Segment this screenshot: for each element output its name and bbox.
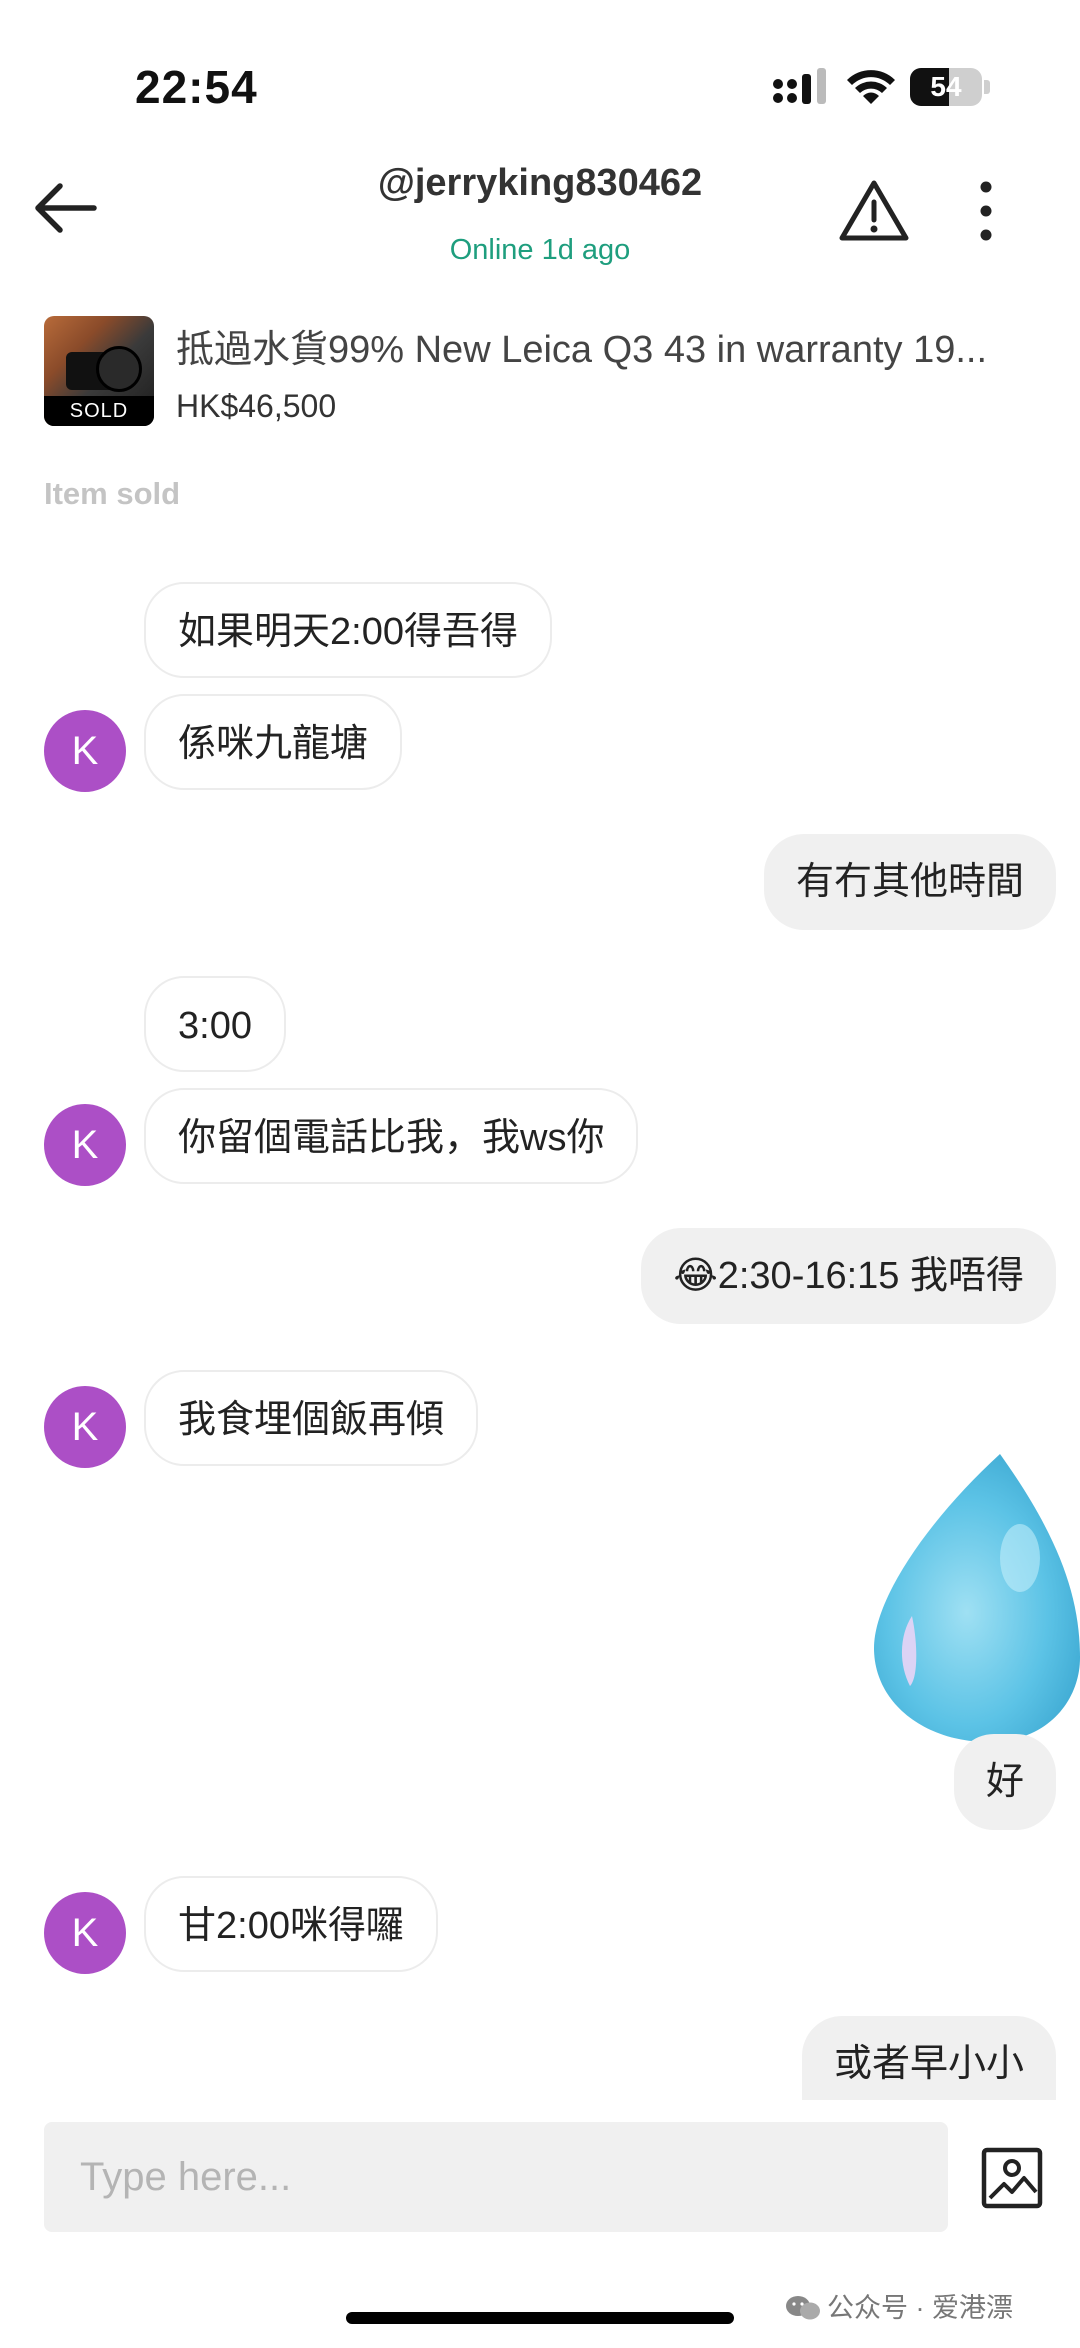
outgoing-message: 有冇其他時間: [763, 834, 1056, 930]
camera-lens: [96, 346, 142, 392]
product-thumbnail[interactable]: SOLD: [44, 316, 154, 426]
incoming-message: 甘2:00咪得囉: [144, 1876, 438, 1972]
incoming-message: 你留個電話比我，我ws你: [144, 1088, 639, 1184]
incoming-message: 如果明天2:00得吾得: [144, 582, 552, 678]
watermark-text: 公众号 · 爱港漂: [827, 2293, 1013, 2323]
back-arrow-icon[interactable]: [30, 178, 102, 238]
contact-avatar[interactable]: K: [44, 710, 126, 792]
chat-username[interactable]: @jerryking830462: [240, 162, 840, 205]
contact-avatar[interactable]: K: [44, 1386, 126, 1468]
wifi-icon: [847, 70, 895, 104]
battery-level: 54: [930, 71, 962, 102]
outgoing-message: 😂2:30-16:15 我唔得: [641, 1228, 1056, 1324]
online-status: Online 1d ago: [449, 234, 631, 266]
watermark: 公众号 · 爱港漂: [785, 2286, 1013, 2325]
sold-badge: SOLD: [44, 396, 154, 426]
battery-tip: [984, 80, 990, 94]
outgoing-message: 好: [953, 1734, 1056, 1830]
more-options-icon[interactable]: [968, 178, 1004, 244]
product-title[interactable]: 抵過水貨99% New Leica Q3 43 in warranty 19..…: [176, 318, 1046, 373]
incoming-message: 3:00: [144, 976, 286, 1072]
product-price: HK$46,500: [176, 388, 337, 424]
cellular-signal-icon: [773, 68, 826, 104]
message-input[interactable]: [44, 2122, 948, 2232]
status-time: 22:54: [135, 61, 258, 113]
home-indicator[interactable]: [346, 2312, 734, 2324]
wechat-icon: [786, 2296, 820, 2320]
incoming-message: 我食埋個飯再傾: [144, 1370, 479, 1466]
battery-icon: 54: [910, 68, 982, 106]
water-drop-sticker[interactable]: [870, 1448, 1080, 1744]
report-warning-icon[interactable]: [838, 178, 910, 244]
contact-avatar[interactable]: K: [44, 1104, 126, 1186]
incoming-message: 係咪九龍塘: [144, 694, 403, 790]
item-sold-label: Item sold: [44, 476, 181, 511]
contact-avatar[interactable]: K: [44, 1892, 126, 1974]
image-upload-icon[interactable]: [980, 2146, 1044, 2210]
outgoing-message: 或者早小小: [801, 2016, 1056, 2100]
